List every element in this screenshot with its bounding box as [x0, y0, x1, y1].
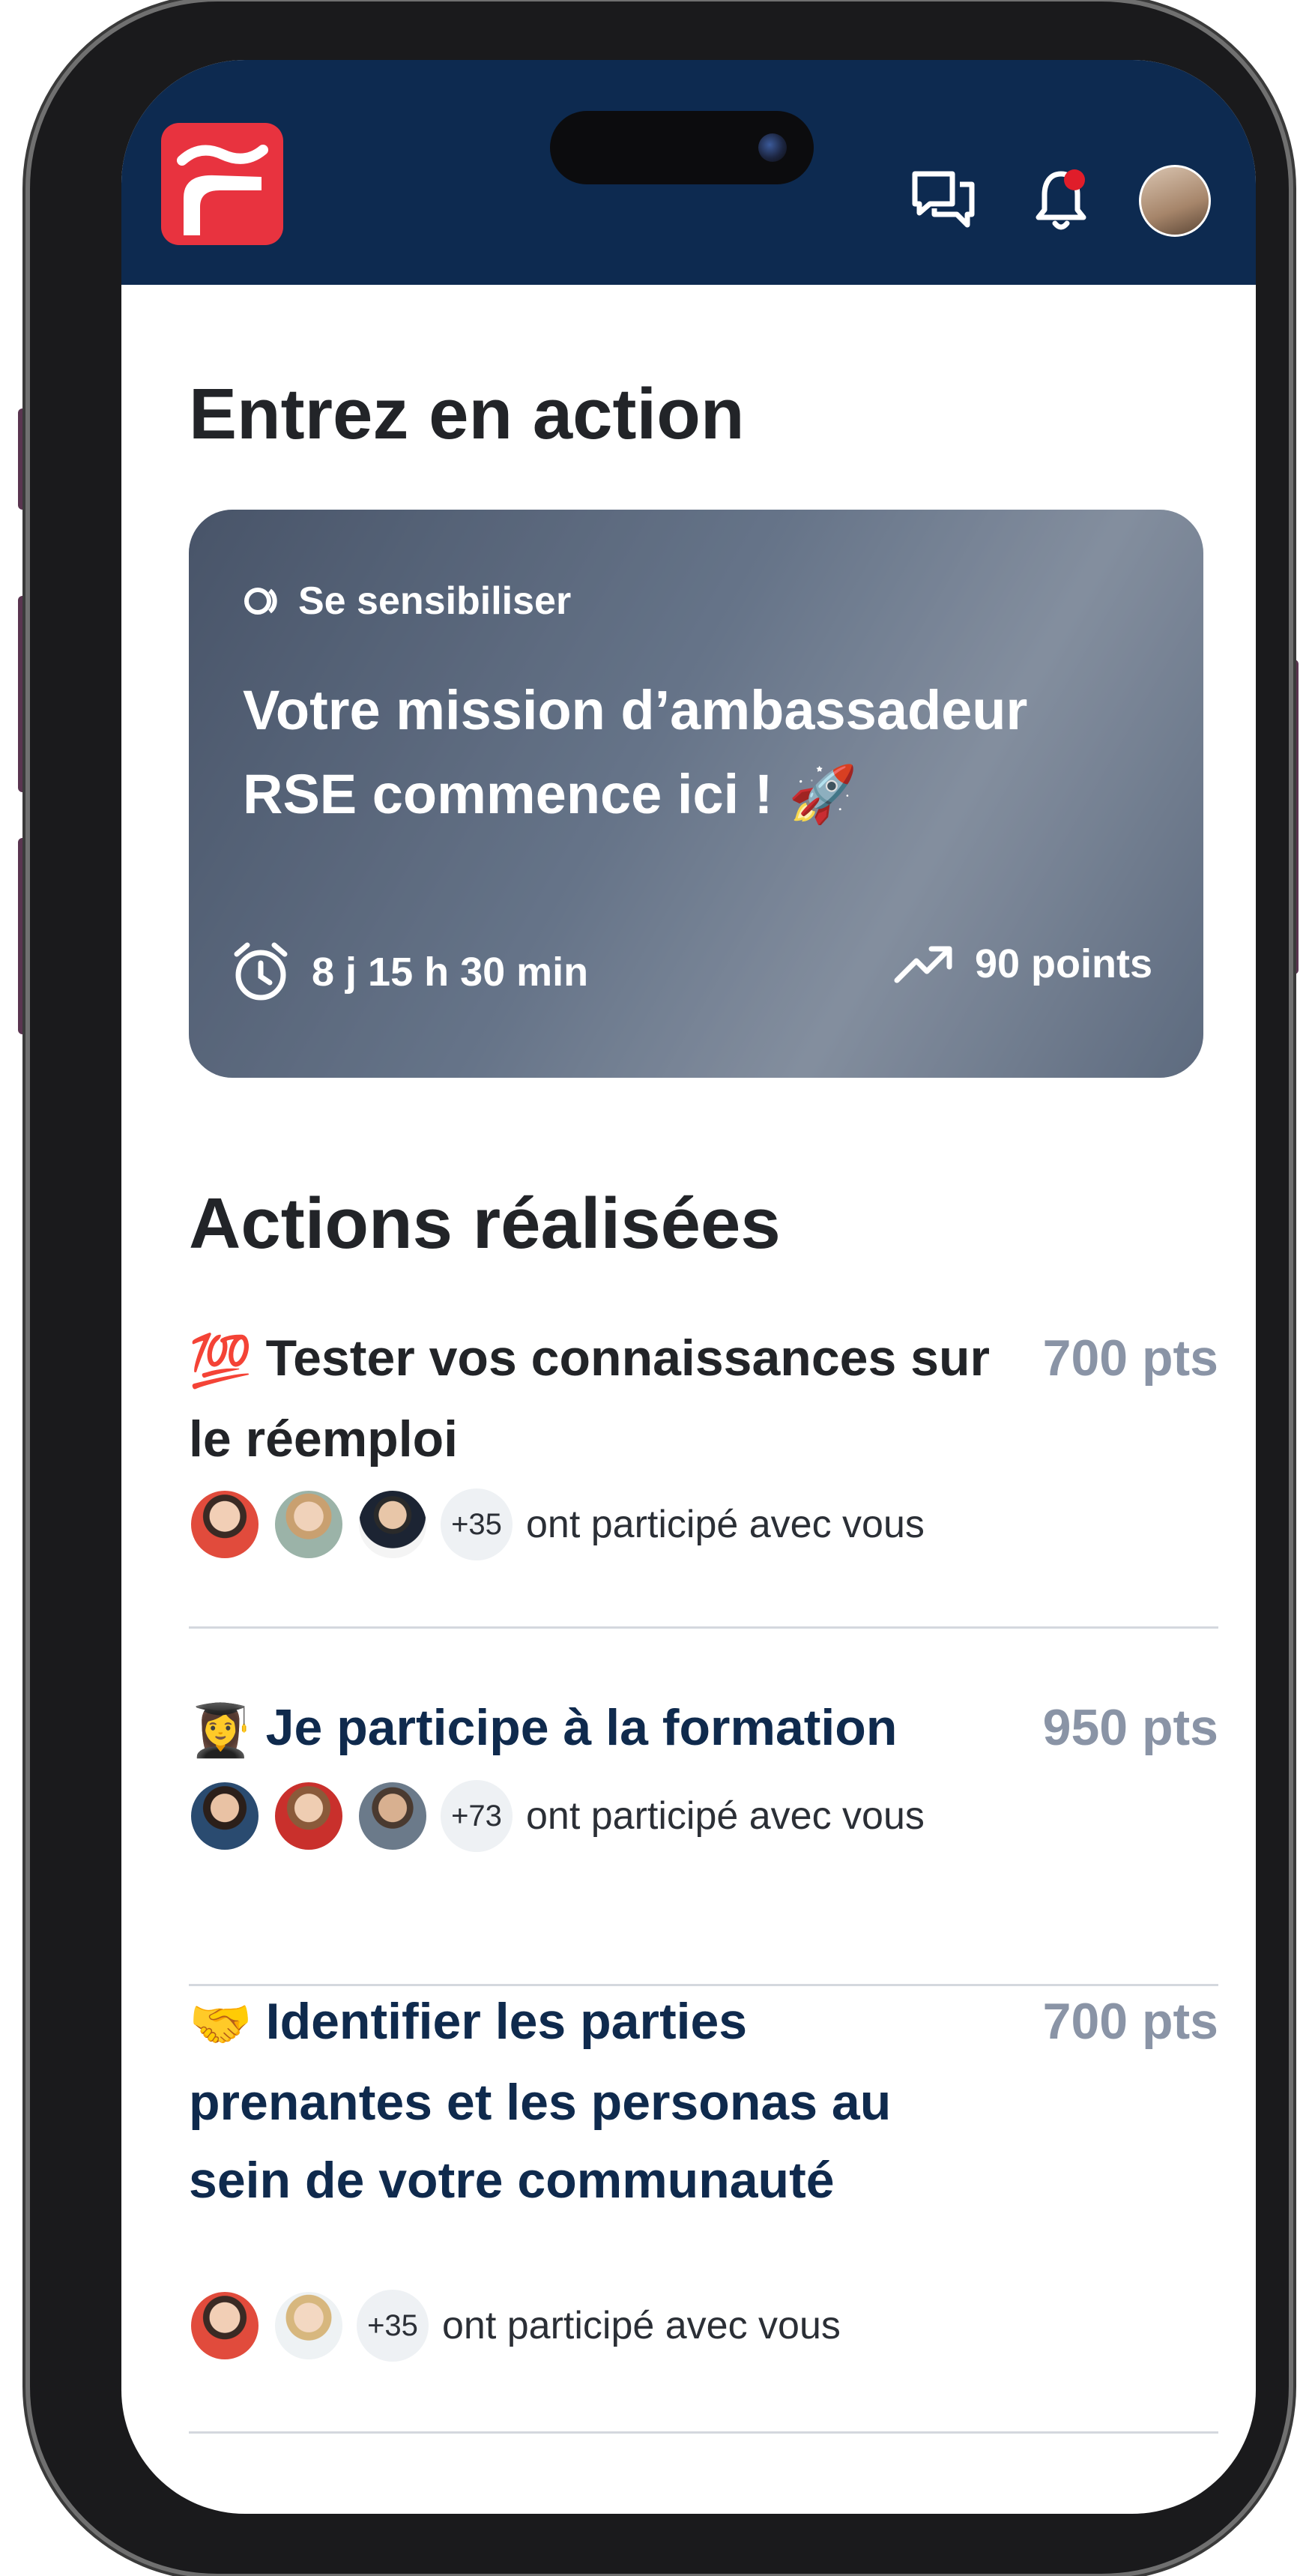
- participants-row: +73 ont participé avec vous: [189, 1780, 925, 1852]
- card-title-text: Votre mission d’ambassadeur RSE commence…: [243, 679, 1028, 825]
- participant-avatar: [273, 1780, 345, 1852]
- camera-lens: [758, 133, 787, 162]
- featured-action-card[interactable]: Se sensibiliser Votre mission d’ambassad…: [189, 510, 1203, 1078]
- action-points: 700 pts: [1042, 1330, 1218, 1387]
- card-timer: 8 j 15 h 30 min: [231, 941, 588, 1004]
- participated-text: ont participé avec vous: [526, 1503, 925, 1546]
- logo-mark-icon: [177, 145, 268, 235]
- chat-icon[interactable]: [912, 171, 975, 233]
- card-time-left: 8 j 15 h 30 min: [312, 950, 589, 995]
- participant-count: +35: [441, 1488, 513, 1560]
- alarm-clock-icon: [234, 942, 288, 1001]
- action-title: 🤝 Identifier les parties prenantes et les…: [189, 1982, 998, 2219]
- rocket-emoji-icon: 🚀: [788, 763, 858, 825]
- participated-text: ont participé avec vous: [442, 2304, 841, 2347]
- participant-count: +35: [357, 2290, 429, 2362]
- card-points: 90 points: [894, 941, 1152, 987]
- action-points: 950 pts: [1042, 1699, 1218, 1756]
- trending-up-icon: [894, 946, 952, 983]
- divider: [189, 1626, 1218, 1629]
- action-points: 700 pts: [1042, 1993, 1218, 2050]
- section-title-done: Actions réalisées: [189, 1183, 781, 1264]
- handshake-emoji-icon: 🤝: [189, 1996, 253, 2053]
- phone-screen: Entrez en action Se sensibiliser Votre m…: [121, 60, 1256, 2514]
- participant-avatar: [273, 2290, 345, 2362]
- action-title-text: Je participe à la formation: [265, 1699, 898, 1756]
- participant-count: +73: [441, 1780, 513, 1852]
- card-tag-label: Se sensibiliser: [298, 579, 572, 623]
- dynamic-island: [550, 111, 814, 184]
- divider: [189, 2431, 1218, 2434]
- participant-avatar: [189, 2290, 261, 2362]
- notification-dot: [1064, 169, 1085, 190]
- hundred-points-emoji-icon: 💯: [189, 1333, 253, 1390]
- participant-avatar: [273, 1488, 345, 1560]
- bell-icon[interactable]: [1034, 166, 1091, 238]
- participant-avatar: [357, 1488, 429, 1560]
- action-title: 💯 Tester vos connaissances sur le réemplo…: [189, 1319, 998, 1478]
- card-tag: Se sensibiliser: [243, 579, 571, 624]
- action-title-text: Identifier les parties prenantes et les …: [189, 1993, 892, 2209]
- participant-avatar: [357, 1780, 429, 1852]
- participant-avatar: [189, 1780, 261, 1852]
- participated-text: ont participé avec vous: [526, 1794, 925, 1838]
- app-logo[interactable]: [161, 123, 283, 245]
- action-title-text: Tester vos connaissances sur le réemploi: [189, 1330, 990, 1468]
- card-points-label: 90 points: [974, 941, 1152, 986]
- action-item[interactable]: 👩‍🎓 Je participe à la formation 950 pts +…: [189, 1689, 1218, 1986]
- app-header: [121, 60, 1256, 285]
- participants-row: +35 ont participé avec vous: [189, 1488, 925, 1560]
- action-item[interactable]: 🤝 Identifier les parties prenantes et les…: [189, 1982, 1218, 2434]
- card-title: Votre mission d’ambassadeur RSE commence…: [243, 669, 1127, 836]
- graduate-emoji-icon: 👩‍🎓: [189, 1702, 253, 1759]
- user-avatar[interactable]: [1139, 165, 1211, 237]
- action-item[interactable]: 💯 Tester vos connaissances sur le réemplo…: [189, 1319, 1218, 1629]
- participants-row: +35 ont participé avec vous: [189, 2290, 841, 2362]
- awareness-icon: [244, 588, 277, 615]
- participant-avatar: [189, 1488, 261, 1560]
- action-title: 👩‍🎓 Je participe à la formation: [189, 1689, 998, 1770]
- section-title-enter-action: Entrez en action: [189, 374, 745, 454]
- phone-frame: Entrez en action Se sensibiliser Votre m…: [30, 1, 1289, 2574]
